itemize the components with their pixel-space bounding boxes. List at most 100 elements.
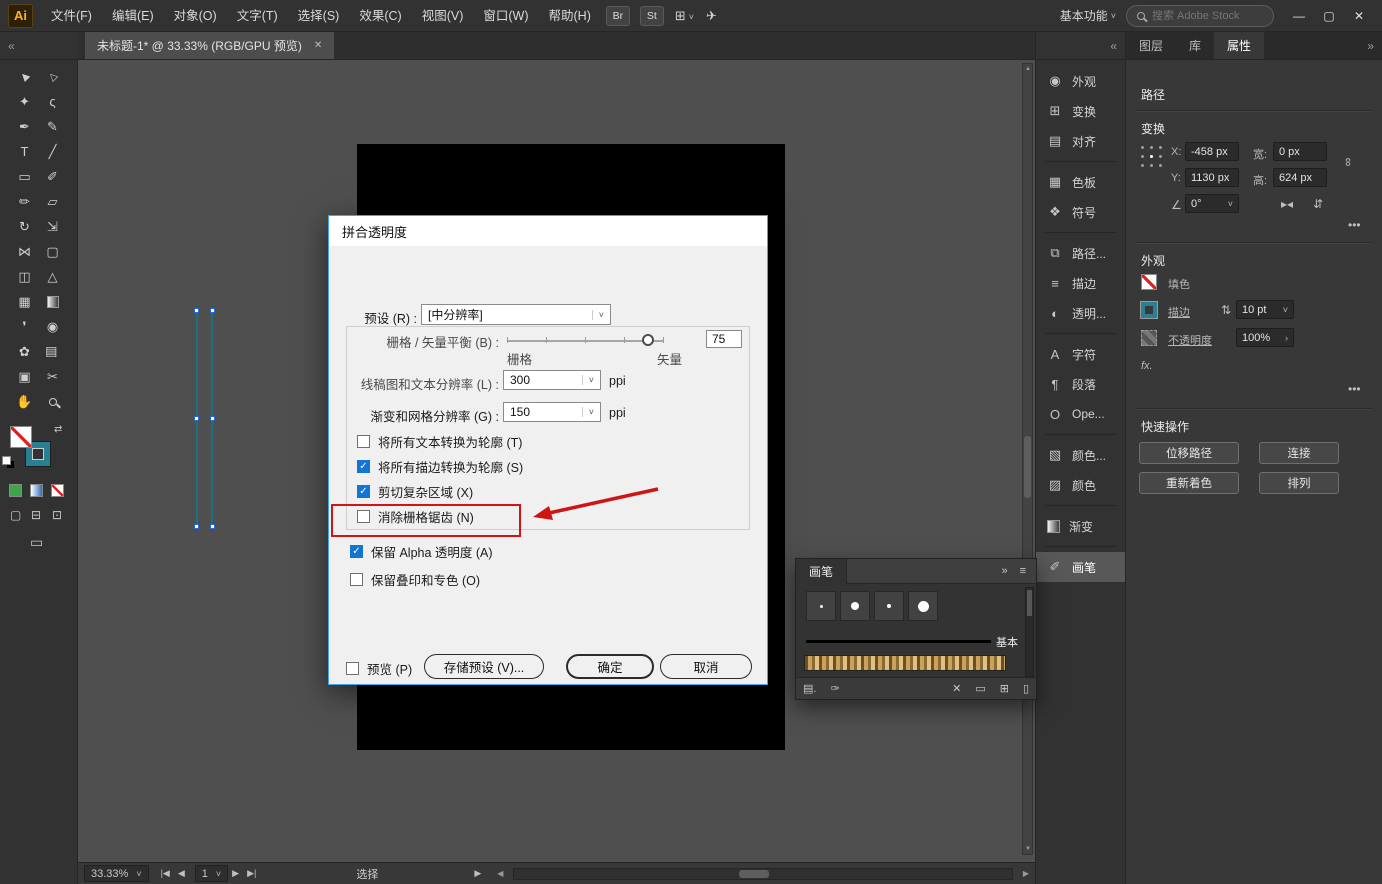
shape-builder-tool[interactable]: ◫: [11, 264, 39, 289]
rotation-field[interactable]: 0° ˅: [1185, 194, 1239, 213]
calligraphic-brush[interactable]: [806, 591, 836, 621]
new-brush-icon[interactable]: ⊞: [993, 682, 1016, 695]
rotate-tool[interactable]: ↻: [11, 214, 39, 239]
flip-horizontal-icon[interactable]: ▸◂: [1281, 197, 1293, 211]
dock-character[interactable]: A 字符: [1036, 339, 1125, 369]
draw-behind-icon[interactable]: ⊟: [31, 508, 41, 522]
fx-label[interactable]: fx.: [1141, 360, 1153, 372]
convert-strokes-checkbox[interactable]: 将所有描边转换为轮廓 (S): [357, 457, 523, 476]
maximize-button[interactable]: ▢: [1314, 0, 1344, 32]
dock-opentype[interactable]: O Ope...: [1036, 399, 1125, 429]
basic-brush-label[interactable]: 基本: [996, 634, 1018, 650]
opacity-field[interactable]: 100% ›: [1236, 328, 1294, 347]
dock-color-guide[interactable]: ▧ 颜色...: [1036, 440, 1125, 470]
zoom-level-dropdown[interactable]: 33.33% ˅: [84, 865, 149, 882]
direct-selection-tool[interactable]: ▷: [39, 64, 67, 89]
scroll-left-icon[interactable]: ◀: [495, 869, 505, 878]
scroll-right-icon[interactable]: ▶: [1021, 869, 1031, 878]
stock-search[interactable]: [1126, 4, 1274, 27]
dialog-title[interactable]: 拼合透明度: [329, 216, 767, 246]
opacity-link[interactable]: 不透明度: [1168, 332, 1212, 348]
pencil-tool[interactable]: ✏: [11, 189, 39, 214]
stroke-link[interactable]: 描边: [1168, 304, 1190, 320]
draw-inside-icon[interactable]: ⊡: [52, 508, 62, 522]
share-icon[interactable]: ✈: [700, 8, 723, 24]
stroke-stepper-icon[interactable]: ⇅: [1221, 303, 1231, 317]
artboard-tool[interactable]: ▣: [11, 364, 39, 389]
dock-paragraph[interactable]: ¶ 段落: [1036, 369, 1125, 399]
close-button[interactable]: ✕: [1344, 0, 1374, 32]
mesh-tool[interactable]: ▦: [11, 289, 39, 314]
panel-menu-icon[interactable]: ≡: [1020, 565, 1026, 577]
appearance-more-options-icon[interactable]: •••: [1348, 382, 1361, 396]
column-graph-tool[interactable]: ▥: [39, 339, 67, 364]
tab-layers[interactable]: 图层: [1126, 32, 1176, 59]
checkbox-icon[interactable]: [350, 573, 363, 586]
anti-alias-checkbox[interactable]: 消除栅格锯齿 (N): [357, 507, 474, 526]
eraser-tool[interactable]: ▱: [39, 189, 67, 214]
checkbox-icon[interactable]: [357, 435, 370, 448]
checkbox-icon[interactable]: [346, 662, 359, 675]
height-field[interactable]: 624 px: [1273, 168, 1327, 187]
x-field[interactable]: -458 px: [1185, 142, 1239, 161]
brush-libraries-icon[interactable]: ▤.: [796, 682, 823, 695]
preserve-overprint-checkbox[interactable]: 保留叠印和专色 (O): [350, 570, 480, 589]
width-field[interactable]: 0 px: [1273, 142, 1327, 161]
slice-tool[interactable]: ✂: [39, 364, 67, 389]
calligraphic-brush[interactable]: [908, 591, 938, 621]
selection-handle[interactable]: [194, 524, 199, 529]
tab-properties[interactable]: 属性: [1214, 32, 1265, 59]
menu-select[interactable]: 选择(S): [288, 0, 350, 32]
prev-artboard-icon[interactable]: ◀: [178, 868, 185, 879]
selection-handle[interactable]: [210, 524, 215, 529]
symbol-sprayer-tool[interactable]: ✿: [11, 339, 39, 364]
brush-options-icon[interactable]: ▭: [968, 682, 992, 695]
scroll-down-icon[interactable]: ▼: [1024, 846, 1032, 852]
menu-view[interactable]: 视图(V): [412, 0, 474, 32]
selection-handle[interactable]: [194, 416, 199, 421]
free-transform-tool[interactable]: ▢: [39, 239, 67, 264]
checkbox-icon[interactable]: [357, 510, 370, 523]
reference-point-grid[interactable]: [1139, 144, 1164, 169]
paintbrush-tool[interactable]: ✐: [39, 164, 67, 189]
tab-libraries[interactable]: 库: [1176, 32, 1214, 59]
dock-appearance[interactable]: ◉ 外观: [1036, 66, 1125, 96]
vertical-scrollbar[interactable]: ▲ ▼: [1022, 63, 1033, 855]
app-logo-icon[interactable]: Ai: [8, 3, 33, 28]
dock-brushes[interactable]: ✐ 画笔: [1036, 552, 1125, 582]
zoom-tool[interactable]: [39, 389, 67, 414]
preview-checkbox[interactable]: 预览 (P): [346, 659, 412, 678]
preserve-alpha-checkbox[interactable]: 保留 Alpha 透明度 (A): [350, 542, 493, 561]
rectangle-tool[interactable]: ▭: [11, 164, 39, 189]
balance-value-field[interactable]: 75: [706, 330, 742, 348]
next-artboard-icon[interactable]: ▶: [232, 868, 239, 879]
default-colors-icon[interactable]: [2, 456, 11, 465]
delete-brush-icon[interactable]: ▯: [1016, 682, 1036, 695]
tab-close-icon[interactable]: ✕: [314, 40, 322, 51]
dock-color[interactable]: ▨ 颜色: [1036, 470, 1125, 500]
horizontal-scrollbar[interactable]: [513, 867, 1013, 880]
minimize-button[interactable]: —: [1284, 0, 1314, 32]
panel-expand[interactable]: »: [1367, 32, 1382, 59]
line-tool[interactable]: ╱: [39, 139, 67, 164]
artboard-navigation[interactable]: 1 ˅: [194, 865, 229, 882]
hand-tool[interactable]: ✋: [11, 389, 39, 414]
pen-tool[interactable]: ✒: [11, 114, 39, 139]
selection-tool[interactable]: ▶: [11, 64, 39, 89]
menu-edit[interactable]: 编辑(E): [102, 0, 164, 32]
gradient-mode-button[interactable]: [30, 484, 43, 497]
dock-align[interactable]: ▤ 对齐: [1036, 126, 1125, 156]
selection-handle[interactable]: [210, 416, 215, 421]
curvature-tool[interactable]: ✎: [39, 114, 67, 139]
recolor-button[interactable]: 重新着色: [1139, 472, 1239, 494]
gradient-select[interactable]: 150 ˅: [503, 402, 601, 422]
arrange-button[interactable]: 排列: [1259, 472, 1339, 494]
preset-select[interactable]: [中分辨率] ˅: [421, 304, 611, 325]
y-field[interactable]: 1130 px: [1185, 168, 1239, 187]
eyedropper-tool[interactable]: ❜: [11, 314, 39, 339]
menu-window[interactable]: 窗口(W): [473, 0, 538, 32]
ok-button[interactable]: 确定: [566, 654, 654, 679]
calligraphic-brush[interactable]: [840, 591, 870, 621]
libraries-panel-icon[interactable]: ✑: [823, 682, 846, 695]
basic-brush-preview[interactable]: [806, 640, 991, 643]
